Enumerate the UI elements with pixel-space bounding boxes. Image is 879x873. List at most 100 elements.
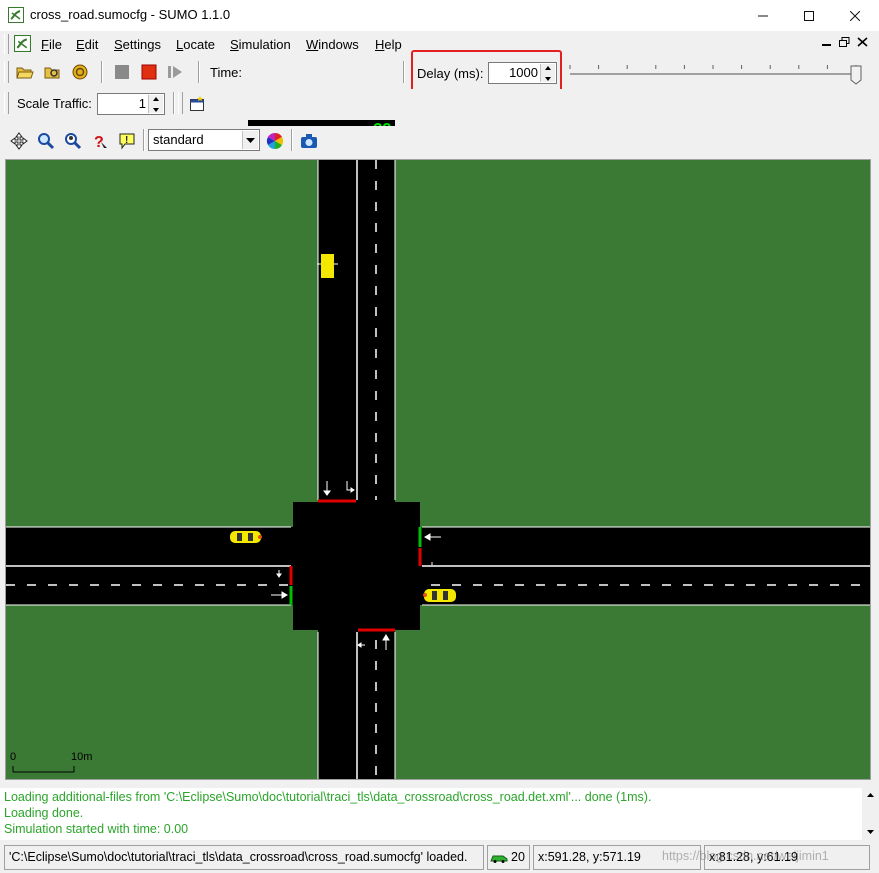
stop-button[interactable] — [111, 61, 133, 83]
scale-bar — [12, 766, 75, 773]
open-button[interactable] — [14, 61, 36, 83]
toolbar-separator — [101, 61, 103, 83]
menu-windows[interactable]: Windows — [306, 37, 359, 52]
simulation-view[interactable]: 0 10m — [5, 159, 871, 780]
spin-up-icon — [153, 97, 159, 101]
menu-settings-label: ettings — [122, 37, 161, 52]
menu-file-label: ile — [48, 37, 62, 52]
new-view-icon — [190, 96, 204, 111]
menu-edit-mnemonic: E — [76, 37, 85, 52]
scheme-dropdown-button[interactable] — [242, 131, 258, 149]
scale-traffic-value: 1 — [138, 96, 146, 111]
vehicle-count: 20 — [487, 845, 530, 870]
vehicle-count-value: 20 — [511, 850, 525, 864]
menu-file-mnemonic: F — [41, 37, 49, 52]
step-button[interactable] — [165, 61, 187, 83]
maximize-icon — [804, 10, 814, 21]
color-scheme-select[interactable]: standard — [148, 129, 260, 151]
run-icon — [141, 64, 157, 80]
menu-edit[interactable]: Edit — [76, 37, 98, 52]
message-log[interactable]: Loading additional-files from 'C:\Eclips… — [0, 788, 862, 840]
window-title: cross_road.sumocfg - SUMO 1.1.0 — [30, 7, 231, 22]
camera-icon — [301, 134, 317, 148]
menu-locate-label: ocate — [183, 37, 216, 52]
menu-settings[interactable]: Settings — [114, 37, 161, 52]
svg-text:!: ! — [125, 135, 128, 146]
center-lines — [6, 160, 870, 779]
scale-ten-label: 10m — [71, 751, 92, 763]
menu-settings-mnemonic: S — [114, 37, 123, 52]
reload-simulation-button[interactable] — [69, 61, 91, 83]
chevron-down-icon — [246, 138, 255, 143]
mdi-restore-icon[interactable] — [838, 36, 851, 48]
spin-down-icon — [153, 108, 159, 112]
scale-traffic-label: Scale Traffic: — [17, 96, 92, 111]
delay-highlight-box — [411, 50, 562, 94]
scale-zero-label: 0 — [10, 751, 16, 763]
svg-text:?: ? — [94, 134, 104, 150]
toolbar-separator — [173, 92, 175, 114]
query-button[interactable]: ? — [89, 130, 111, 152]
tooltip-icon: ! — [119, 133, 135, 150]
help-query-icon: ? — [94, 134, 107, 150]
magnifier-icon — [38, 133, 55, 150]
car-icon — [490, 855, 508, 863]
junction — [293, 502, 420, 630]
status-bar: 'C:\Eclipse\Sumo\doc\tutorial\traci_tls\… — [0, 843, 879, 873]
new-view-button[interactable] — [186, 93, 208, 115]
menu-windows-label: indows — [318, 37, 359, 52]
locate-button[interactable] — [62, 130, 84, 152]
close-button[interactable] — [832, 0, 878, 31]
menu-simulation[interactable]: Simulation — [230, 37, 291, 52]
mdi-minimize-icon[interactable] — [820, 36, 833, 48]
cursor-coordinates: x:591.28, y:571.19 — [533, 845, 701, 870]
zoom-button[interactable] — [35, 130, 57, 152]
menu-file[interactable]: File — [41, 37, 62, 52]
toolbar-separator — [291, 129, 293, 151]
edit-coloring-button[interactable] — [264, 130, 286, 152]
minimize-button[interactable] — [740, 0, 786, 31]
lane-dashes — [6, 160, 870, 779]
log-line: Simulation started with time: 0.00 — [4, 822, 189, 836]
reload-folder-icon — [44, 67, 60, 79]
slider-thumb[interactable] — [850, 65, 862, 85]
screenshot-button[interactable] — [298, 130, 320, 152]
menu-grip — [4, 34, 9, 54]
tooltip-button[interactable]: ! — [116, 130, 138, 152]
recenter-view-button[interactable] — [8, 130, 30, 152]
status-file: 'C:\Eclipse\Sumo\doc\tutorial\traci_tls\… — [4, 845, 484, 870]
vehicle[interactable] — [423, 589, 456, 602]
menu-help-mnemonic: H — [375, 37, 385, 52]
menu-simulation-mnemonic: S — [230, 37, 239, 52]
scale-spinner-arrows[interactable] — [148, 95, 163, 113]
mdi-close-icon[interactable] — [856, 36, 869, 48]
color-scheme-value: standard — [153, 132, 204, 147]
close-icon — [850, 10, 860, 21]
menu-edit-label: dit — [84, 37, 99, 52]
traffic-toolbar: Scale Traffic: 1 — [0, 89, 879, 119]
scroll-down-icon[interactable] — [866, 828, 875, 836]
reload-icon — [72, 64, 88, 80]
time-label: Time: — [210, 65, 243, 80]
log-line: Loading done. — [4, 806, 84, 820]
network-canvas[interactable]: 0 10m — [6, 160, 870, 779]
geo-coordinates: x:81.28, y:61.19 — [704, 845, 870, 870]
log-scrollbar[interactable] — [862, 788, 879, 840]
menu-locate[interactable]: Locate — [176, 37, 215, 52]
reload-button[interactable] — [42, 61, 64, 83]
minimize-icon — [758, 15, 768, 16]
menu-help[interactable]: Help — [375, 37, 402, 52]
menu-help-label: elp — [384, 37, 402, 52]
scroll-up-icon[interactable] — [866, 791, 875, 799]
maximize-button[interactable] — [786, 0, 832, 31]
vehicle[interactable] — [230, 531, 262, 543]
run-button[interactable] — [138, 61, 160, 83]
stop-icon — [115, 65, 129, 79]
recenter-icon — [10, 132, 28, 150]
scale-traffic-spinner[interactable]: 1 — [97, 93, 165, 115]
sumo-app-icon — [8, 7, 24, 23]
sumo-doc-icon[interactable] — [14, 35, 31, 52]
open-folder-icon — [16, 67, 34, 79]
color-wheel-icon — [266, 132, 284, 150]
delay-slider[interactable] — [566, 62, 866, 86]
